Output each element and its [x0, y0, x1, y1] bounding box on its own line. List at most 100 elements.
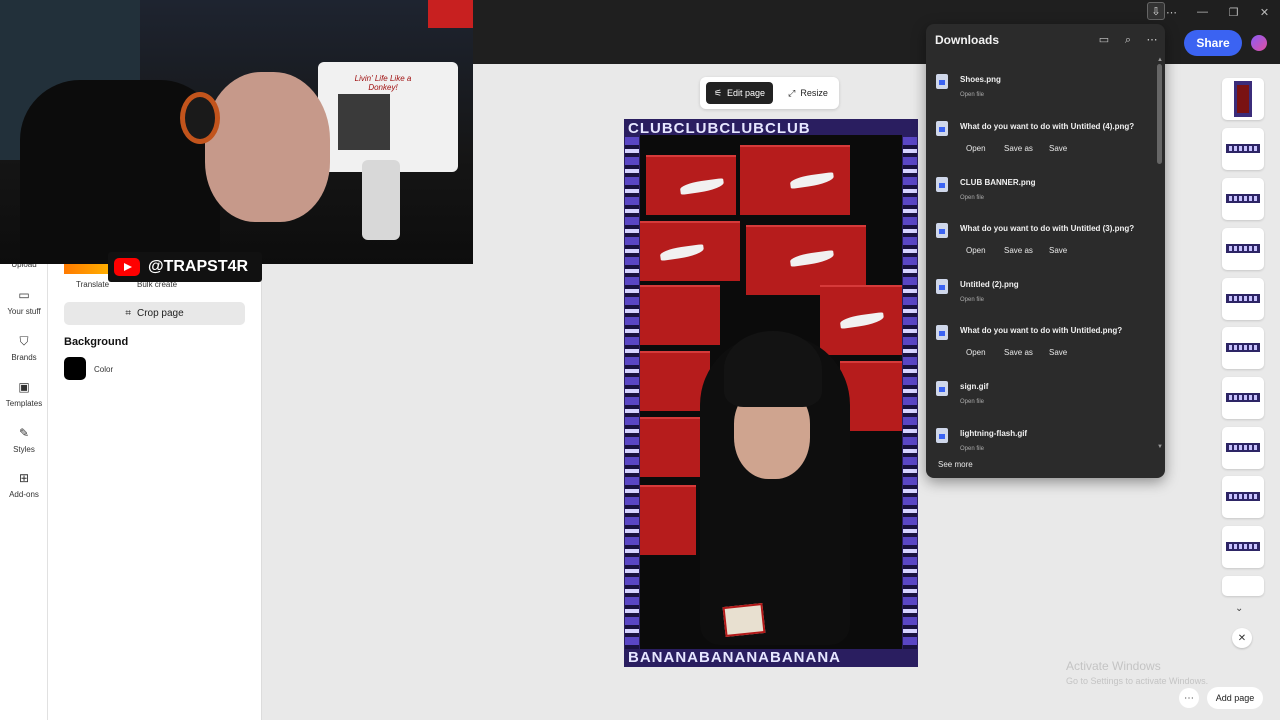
minimize-icon[interactable]: —	[1187, 0, 1218, 24]
download-name: sign.gif	[960, 382, 989, 391]
more-options-button[interactable]: ⋯	[1179, 688, 1199, 708]
file-icon	[936, 177, 948, 192]
open-button[interactable]: Open	[966, 246, 986, 255]
save-as-button[interactable]: Save as	[1004, 144, 1033, 153]
shoebox	[640, 285, 720, 345]
page-thumbnail[interactable]	[1222, 128, 1264, 170]
templates-icon: ▣	[18, 380, 30, 394]
resize-icon: ⤢	[788, 87, 796, 98]
sliders-icon: ⚟	[713, 87, 723, 98]
open-file-link[interactable]: Open file	[960, 92, 984, 98]
person-beanie	[724, 331, 822, 407]
watermark-title: Activate Windows	[1066, 659, 1161, 673]
crop-page-button[interactable]: ⌗ Crop page	[64, 302, 245, 325]
page-thumbnail[interactable]	[1222, 377, 1264, 419]
close-window-icon[interactable]: ✕	[1249, 0, 1280, 24]
downloads-panel: Downloads ▭ ⌕ ⋯ Shoes.png Open file What…	[926, 24, 1165, 478]
avatar[interactable]	[1251, 35, 1267, 51]
save-as-button[interactable]: Save as	[1004, 348, 1033, 357]
edit-page-label: Edit page	[727, 88, 766, 98]
open-file-link[interactable]: Open file	[960, 399, 984, 405]
background-title: Background	[64, 336, 129, 348]
page-thumbnail[interactable]	[1222, 476, 1264, 518]
folder-icon: ▭	[18, 288, 30, 302]
add-page-button[interactable]: Add page	[1207, 687, 1263, 709]
folder-icon[interactable]: ▭	[1097, 33, 1111, 47]
search-icon[interactable]: ⌕	[1121, 33, 1135, 47]
page-thumbnail[interactable]	[1222, 427, 1264, 469]
page-thumbnail[interactable]	[1222, 78, 1264, 120]
webcam-poster	[428, 0, 473, 28]
rail-item-templates[interactable]: ▣ Templates	[0, 380, 48, 408]
webcam-headphone	[180, 92, 220, 144]
channel-handle: @TRAPST4R	[148, 258, 249, 275]
lanyard-badge	[722, 602, 766, 638]
rail-item-styles[interactable]: ✎ Styles	[0, 426, 48, 454]
rail-label: Your stuff	[7, 307, 41, 316]
frame-border-right	[903, 137, 917, 649]
file-icon	[936, 428, 948, 443]
background-color-swatch[interactable]	[64, 357, 86, 380]
youtube-icon	[114, 258, 140, 276]
youtube-badge: @TRAPST4R	[108, 252, 262, 282]
file-icon	[936, 279, 948, 294]
download-name: CLUB BANNER.png	[960, 178, 1036, 187]
restore-icon[interactable]: ❐	[1218, 0, 1249, 24]
file-icon	[936, 74, 948, 89]
scroll-down-icon[interactable]: ▼	[1157, 444, 1163, 450]
frame-border-left	[625, 137, 639, 649]
download-name: lightning-flash.gif	[960, 429, 1028, 438]
rail-label: Styles	[13, 445, 35, 454]
translate-label: Translate	[76, 280, 110, 289]
page-thumbnail[interactable]	[1222, 526, 1264, 568]
file-icon	[936, 223, 948, 238]
file-icon	[936, 381, 948, 396]
rail-item-your-stuff[interactable]: ▭ Your stuff	[0, 288, 48, 316]
page-thumbnail[interactable]	[1222, 576, 1264, 596]
addons-icon: ⊞	[18, 471, 30, 485]
canvas-photo[interactable]	[640, 135, 902, 649]
resize-label: Resize	[800, 88, 828, 98]
share-button[interactable]: Share	[1184, 30, 1242, 56]
page-thumbnail[interactable]	[1222, 228, 1264, 270]
open-file-link[interactable]: Open file	[960, 195, 984, 201]
more-icon[interactable]: ⋯	[1145, 33, 1159, 47]
downloads-title: Downloads	[935, 33, 1000, 47]
rail-item-addons[interactable]: ⊞ Add-ons	[0, 471, 48, 499]
canvas-toolbar: ⚟ Edit page ⤢ Resize	[700, 77, 839, 109]
edit-page-button[interactable]: ⚟ Edit page	[706, 82, 773, 104]
save-button[interactable]: Save	[1049, 348, 1067, 357]
window-more-icon[interactable]: ⋯	[1156, 0, 1187, 24]
shoebox	[640, 417, 702, 477]
close-icon[interactable]: ✕	[1232, 628, 1252, 648]
downloads-scrollbar[interactable]	[1157, 64, 1162, 164]
download-name: What do you want to do with Untitled (4)…	[960, 122, 1135, 131]
open-file-link[interactable]: Open file	[960, 446, 984, 452]
save-button[interactable]: Save	[1049, 246, 1067, 255]
rail-label: Add-ons	[9, 490, 39, 499]
page-thumbnail[interactable]	[1222, 178, 1264, 220]
save-button[interactable]: Save	[1049, 144, 1067, 153]
resize-button[interactable]: ⤢ Resize	[782, 82, 834, 104]
see-more-link[interactable]: See more	[938, 460, 973, 469]
scroll-up-icon[interactable]: ▲	[1157, 57, 1163, 63]
rail-label: Templates	[5, 399, 43, 408]
page-thumbnail[interactable]	[1222, 278, 1264, 320]
crop-icon: ⌗	[125, 308, 131, 319]
rail-item-brands[interactable]: ⛉ Brands	[0, 334, 48, 362]
save-as-button[interactable]: Save as	[1004, 246, 1033, 255]
webcam-shirt-text: Livin' Life Like a Donkey!	[354, 74, 412, 92]
open-button[interactable]: Open	[966, 348, 986, 357]
open-button[interactable]: Open	[966, 144, 986, 153]
file-icon	[936, 121, 948, 136]
canvas-page[interactable]: CLUBCLUBCLUBCLUB BANANABANANABANANA	[624, 119, 918, 667]
crop-page-label: Crop page	[136, 308, 184, 319]
shoebox	[640, 485, 696, 555]
watermark-subtitle: Go to Settings to activate Windows.	[1066, 676, 1209, 686]
window-controls: ⋯ — ❐ ✕	[1156, 0, 1280, 24]
rail-label: Brands	[11, 353, 37, 362]
open-file-link[interactable]: Open file	[960, 297, 984, 303]
chevron-down-icon[interactable]: ⌄	[1235, 603, 1243, 614]
page-thumbnail[interactable]	[1222, 327, 1264, 369]
webcam-tshirt-print	[338, 94, 390, 150]
